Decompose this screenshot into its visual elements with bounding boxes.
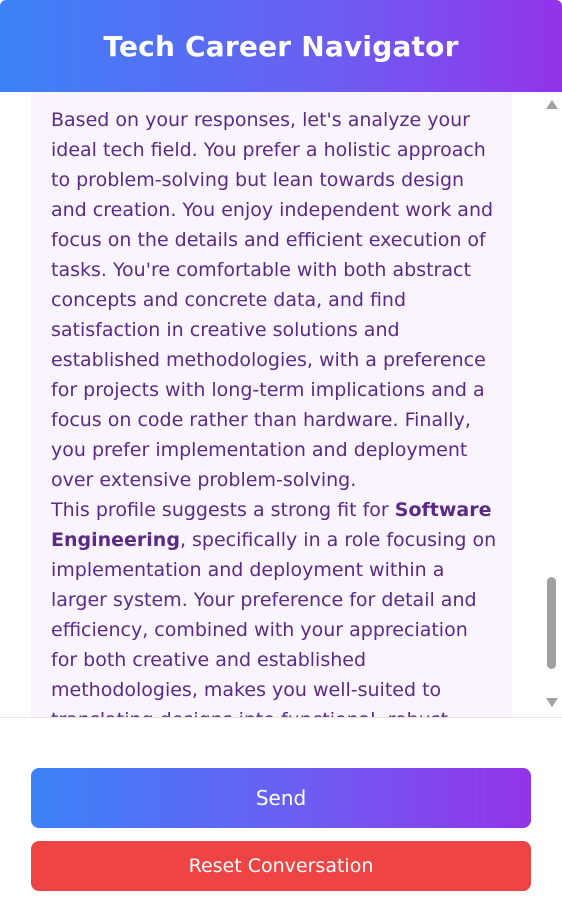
send-button[interactable]: Send: [31, 768, 531, 828]
message-text-segment: This profile suggests a strong fit for: [51, 499, 395, 521]
chat-scrollbar[interactable]: [542, 92, 562, 718]
reset-conversation-button[interactable]: Reset Conversation: [31, 841, 531, 891]
app-title: Tech Career Navigator: [103, 29, 459, 63]
message-paragraph: Based on your responses, let's analyze y…: [51, 109, 494, 491]
scroll-up-arrow-icon[interactable]: [546, 100, 558, 109]
message-paragraph: This profile suggests a strong fit for S…: [51, 495, 497, 718]
app-header: Tech Career Navigator: [0, 0, 562, 92]
message-text: Based on your responses, let's analyze y…: [51, 105, 497, 718]
scrollbar-thumb[interactable]: [547, 577, 556, 669]
scroll-down-arrow-icon[interactable]: [546, 698, 558, 707]
chat-area[interactable]: Based on your responses, let's analyze y…: [0, 92, 562, 718]
message-text-segment: , specifically in a role focusing on imp…: [51, 529, 497, 718]
app-window: Tech Career Navigator Based on your resp…: [0, 0, 562, 914]
assistant-message: Based on your responses, let's analyze y…: [31, 92, 512, 718]
chat-controls: Send Reset Conversation: [0, 718, 562, 914]
